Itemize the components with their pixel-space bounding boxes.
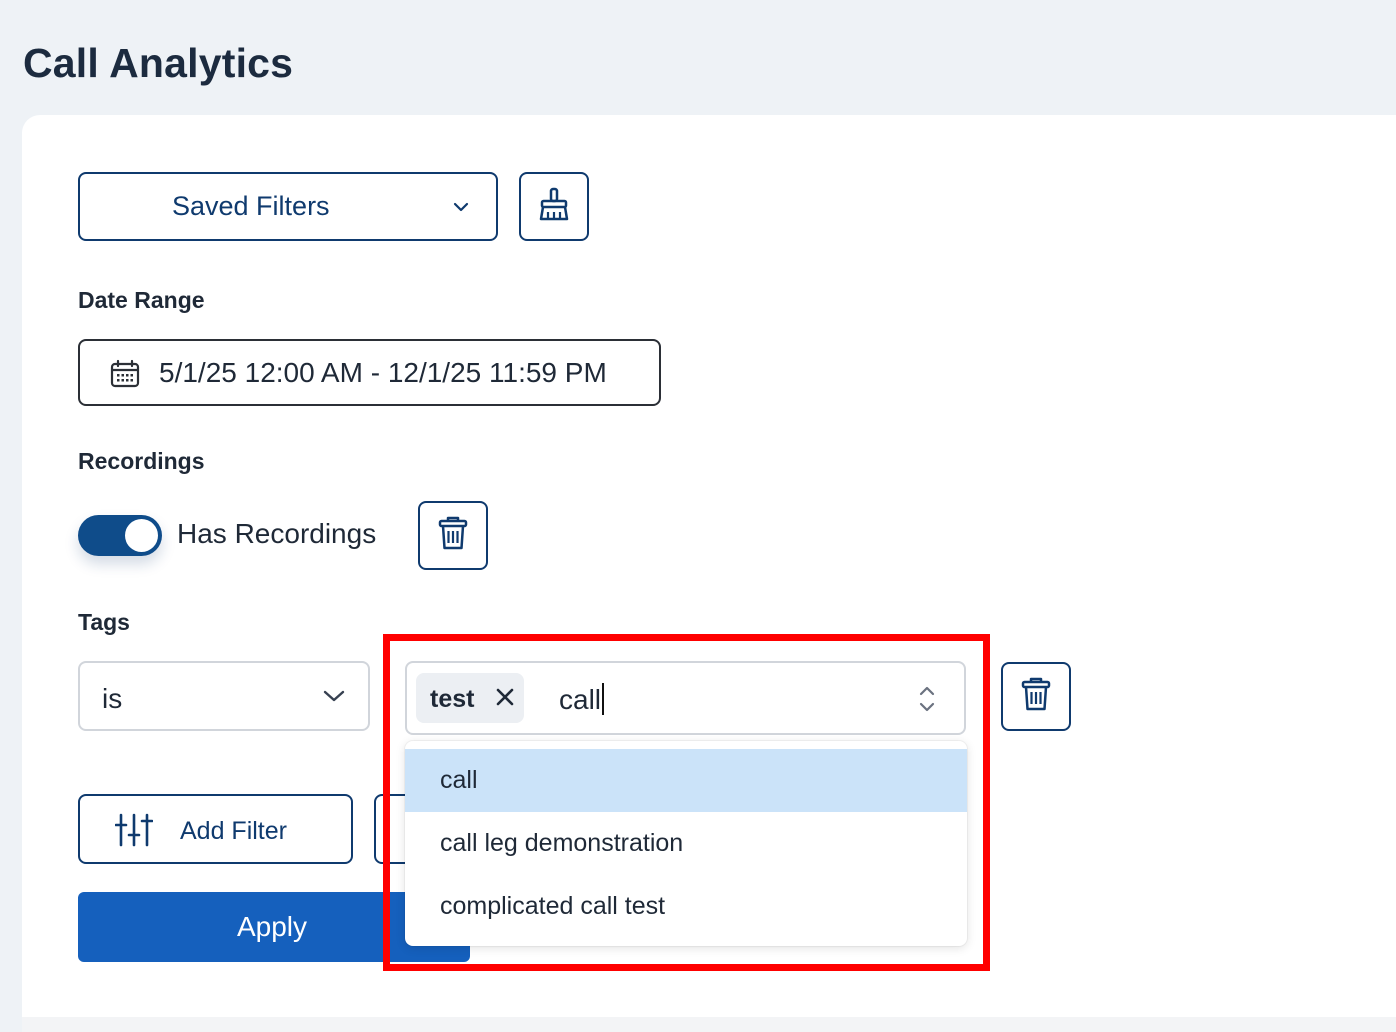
tags-search-value: call (559, 684, 602, 715)
tag-option[interactable]: call leg demonstration (405, 812, 967, 875)
has-recordings-label: Has Recordings (177, 518, 377, 549)
tag-option[interactable]: call (405, 749, 967, 812)
apply-label: Apply (236, 911, 308, 942)
tag-option[interactable]: complicated call test (405, 875, 967, 938)
saved-filters-dropdown[interactable]: Saved Filters (78, 172, 498, 241)
delete-tags-filter-button[interactable] (1001, 662, 1071, 731)
add-filter-button[interactable]: Add Filter (78, 794, 353, 864)
calendar-icon (110, 359, 140, 394)
clear-filters-button[interactable] (519, 172, 589, 241)
sliders-icon (114, 813, 154, 852)
chevron-down-icon (322, 688, 346, 709)
date-range-label: Date Range (78, 287, 205, 313)
tags-operator-select[interactable]: is (78, 661, 370, 731)
toggle-knob (125, 519, 158, 552)
tags-multiselect-input[interactable]: test call (405, 661, 966, 735)
text-caret (602, 683, 605, 715)
delete-recordings-filter-button[interactable] (418, 501, 488, 570)
has-recordings-toggle[interactable] (78, 515, 162, 556)
tags-search-text[interactable]: call (559, 683, 605, 716)
tags-operator-value: is (102, 683, 123, 714)
close-icon[interactable] (494, 686, 516, 713)
tags-label: Tags (78, 609, 130, 635)
up-down-chevron-icon (918, 684, 936, 719)
add-filter-label: Add Filter (180, 817, 287, 845)
date-range-value: 5/1/25 12:00 AM - 12/1/25 11:59 PM (159, 357, 607, 388)
date-range-picker[interactable]: 5/1/25 12:00 AM - 12/1/25 11:59 PM (78, 339, 661, 406)
page-title: Call Analytics (23, 40, 294, 86)
tags-options-dropdown: call call leg demonstration complicated … (405, 741, 967, 946)
trash-icon (438, 515, 468, 556)
recordings-label: Recordings (78, 448, 205, 474)
tag-chip: test (416, 673, 524, 723)
trash-icon (1021, 676, 1051, 717)
broom-icon (537, 186, 571, 227)
chevron-down-icon (452, 200, 470, 218)
saved-filters-label: Saved Filters (172, 191, 330, 221)
tag-chip-label: test (430, 685, 475, 713)
card-footer-divider (22, 1017, 1396, 1032)
